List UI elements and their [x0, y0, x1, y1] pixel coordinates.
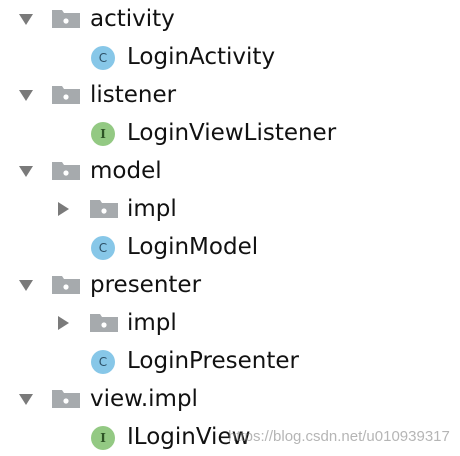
folder-icon	[52, 390, 80, 408]
expand-arrow-down-icon[interactable]	[18, 391, 34, 407]
class-icon: C	[91, 236, 115, 260]
watermark: https://blog.csdn.net/u010939317	[228, 428, 450, 445]
folder-icon	[90, 200, 118, 218]
folder-icon	[52, 276, 80, 294]
tree-node-model-impl[interactable]: impl	[0, 190, 460, 228]
expand-arrow-right-icon[interactable]	[55, 315, 71, 331]
expand-arrow-down-icon[interactable]	[18, 277, 34, 293]
folder-icon	[90, 314, 118, 332]
tree-node-login-presenter[interactable]: C LoginPresenter	[0, 342, 460, 380]
tree-node-presenter-impl[interactable]: impl	[0, 304, 460, 342]
tree-node-model[interactable]: model	[0, 152, 460, 190]
project-tree: activity C LoginActivity listener I Logi…	[0, 0, 460, 456]
tree-node-login-view-listener[interactable]: I LoginViewListener	[0, 114, 460, 152]
tree-node-login-model[interactable]: C LoginModel	[0, 228, 460, 266]
tree-node-activity[interactable]: activity	[0, 0, 460, 38]
tree-node-label: activity	[90, 6, 175, 32]
interface-icon: I	[91, 122, 115, 146]
tree-node-login-activity[interactable]: C LoginActivity	[0, 38, 460, 76]
expand-arrow-down-icon[interactable]	[18, 87, 34, 103]
tree-node-label: LoginModel	[127, 234, 259, 260]
expand-arrow-down-icon[interactable]	[18, 11, 34, 27]
folder-icon	[52, 86, 80, 104]
tree-node-presenter[interactable]: presenter	[0, 266, 460, 304]
class-icon: C	[91, 46, 115, 70]
tree-node-label: view.impl	[90, 386, 198, 412]
tree-node-view-impl[interactable]: view.impl	[0, 380, 460, 418]
folder-icon	[52, 10, 80, 28]
tree-node-label: presenter	[90, 272, 202, 298]
tree-node-label: LoginPresenter	[127, 348, 299, 374]
expand-arrow-down-icon[interactable]	[18, 163, 34, 179]
tree-node-label: impl	[127, 196, 177, 222]
class-icon: C	[91, 350, 115, 374]
interface-icon: I	[91, 426, 115, 450]
tree-node-listener[interactable]: listener	[0, 76, 460, 114]
tree-node-label: LoginViewListener	[127, 120, 337, 146]
tree-node-label: impl	[127, 310, 177, 336]
tree-node-label: model	[90, 158, 162, 184]
tree-node-label: listener	[90, 82, 177, 108]
tree-node-label: LoginActivity	[127, 44, 276, 70]
expand-arrow-right-icon[interactable]	[55, 201, 71, 217]
folder-icon	[52, 162, 80, 180]
